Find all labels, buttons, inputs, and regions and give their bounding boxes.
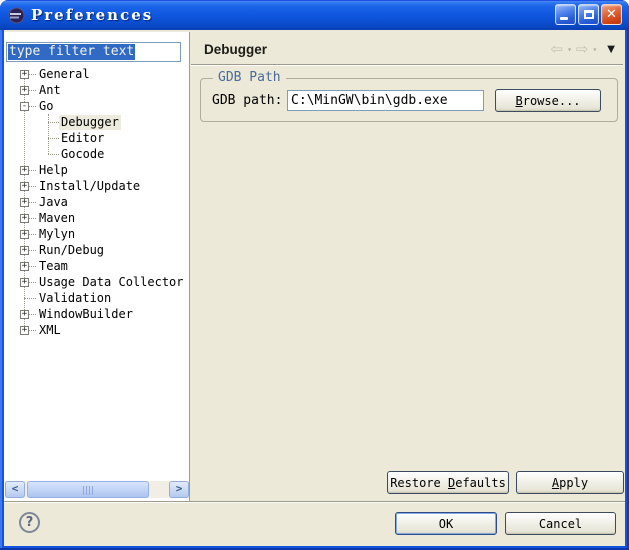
tree-item-label: WindowBuilder [37,307,135,322]
tree-item[interactable]: Debugger [4,114,188,130]
tree-item[interactable]: + General [4,66,188,82]
forward-icon[interactable]: ⇨ [576,40,589,58]
tree-item[interactable]: - Go [4,98,188,114]
tree-item[interactable]: + XML [4,322,188,338]
settings-panel: Debugger ⇦ ▾ ⇨ ▾ ▼ GDB Path GDB path: Br… [191,30,625,501]
window-title: Preferences [31,6,153,24]
back-icon[interactable]: ⇦ [550,40,563,58]
gdb-path-label: GDB path: [212,93,282,108]
tree-item-label: Usage Data Collector [37,275,186,290]
tree-item[interactable]: Validation [4,290,188,306]
tree-item-label: Gocode [59,147,106,162]
title-bar[interactable]: Preferences ✕ [0,0,629,30]
tree-panel: type filter text + General + Ant - Go De… [4,32,190,501]
tree-item[interactable]: + Team [4,258,188,274]
tree-expander[interactable]: + [20,198,29,207]
tree-expander[interactable]: + [20,86,29,95]
tree-expander[interactable]: + [20,310,29,319]
tree-connector [48,138,59,139]
tree-expander[interactable]: + [20,326,29,335]
maximize-button[interactable] [578,4,599,25]
minimize-button[interactable] [555,4,576,25]
tree-item-label: Debugger [59,115,121,130]
header-separator [191,64,623,66]
browse-button[interactable]: Browse... [495,89,601,112]
tree-item[interactable]: + Help [4,162,188,178]
page-title: Debugger [204,42,267,57]
tree-item[interactable]: + WindowBuilder [4,306,188,322]
tree-item[interactable]: Gocode [4,146,188,162]
tree-item[interactable]: + Usage Data Collector [4,274,188,290]
tree-item-label: Java [37,195,70,210]
scroll-left-icon: < [12,482,19,495]
minimize-icon [560,17,568,20]
tree-expander[interactable]: + [20,182,29,191]
tree-item-label: Editor [59,131,106,146]
tree-item-label: Maven [37,211,77,226]
tree-item-label: XML [37,323,63,338]
ok-button[interactable]: OK [395,512,497,535]
footer-separator [4,501,625,503]
tree-item[interactable]: Editor [4,130,188,146]
tree-expander[interactable]: + [20,246,29,255]
tree-item-label: Validation [37,291,113,306]
close-icon: ✕ [602,6,621,24]
tree-item[interactable]: + Ant [4,82,188,98]
scrollbar-thumb[interactable] [27,481,149,498]
scroll-left-button[interactable]: < [5,481,25,498]
tree-expander[interactable]: + [20,262,29,271]
close-button[interactable]: ✕ [601,4,622,25]
tree-connector [48,122,59,123]
tree-item-label: Run/Debug [37,243,106,258]
scroll-right-icon: > [176,482,183,495]
tree-item-label: General [37,67,92,82]
gdb-path-input[interactable] [287,90,484,111]
group-label: GDB Path [213,70,286,86]
tree-item[interactable]: + Run/Debug [4,242,188,258]
page-navigation: ⇦ ▾ ⇨ ▾ ▼ [550,40,615,58]
tree-item-label: Help [37,163,70,178]
tree-expander[interactable]: + [20,230,29,239]
tree-item-label: Ant [37,83,63,98]
maximize-icon [584,10,594,19]
tree-expander[interactable]: + [20,214,29,223]
tree-horizontal-scrollbar[interactable]: < > [5,481,189,498]
cancel-button[interactable]: Cancel [505,512,616,535]
tree-expander[interactable]: + [20,70,29,79]
tree-item[interactable]: + Mylyn [4,226,188,242]
preferences-tree: + General + Ant - Go Debugger Editor Goc… [4,66,188,338]
restore-defaults-button[interactable]: Restore Defaults [387,471,509,494]
filter-input[interactable]: type filter text [6,42,181,62]
back-menu-icon[interactable]: ▾ [567,45,572,54]
gdb-path-group: GDB Path GDB path: Browse... [200,78,618,122]
preferences-dialog: Preferences ✕ type filter text + General… [0,0,629,550]
help-icon: ? [26,515,34,530]
view-menu-icon[interactable]: ▼ [607,44,615,55]
help-button[interactable]: ? [19,512,40,533]
forward-menu-icon[interactable]: ▾ [592,45,597,54]
tree-expander[interactable]: - [20,102,29,111]
dialog-content: type filter text + General + Ant - Go De… [4,30,625,546]
tree-item[interactable]: + Maven [4,210,188,226]
scroll-right-button[interactable]: > [169,481,189,498]
filter-input-value: type filter text [8,44,135,60]
apply-button[interactable]: Apply [516,471,624,494]
tree-item-label: Go [37,99,55,114]
tree-item[interactable]: + Java [4,194,188,210]
tree-expander[interactable]: + [20,166,29,175]
tree-item-label: Mylyn [37,227,77,242]
tree-item-label: Install/Update [37,179,142,194]
tree-expander[interactable]: + [20,278,29,287]
eclipse-icon [8,7,25,24]
tree-item[interactable]: + Install/Update [4,178,188,194]
tree-connector [48,154,59,155]
tree-item-label: Team [37,259,70,274]
